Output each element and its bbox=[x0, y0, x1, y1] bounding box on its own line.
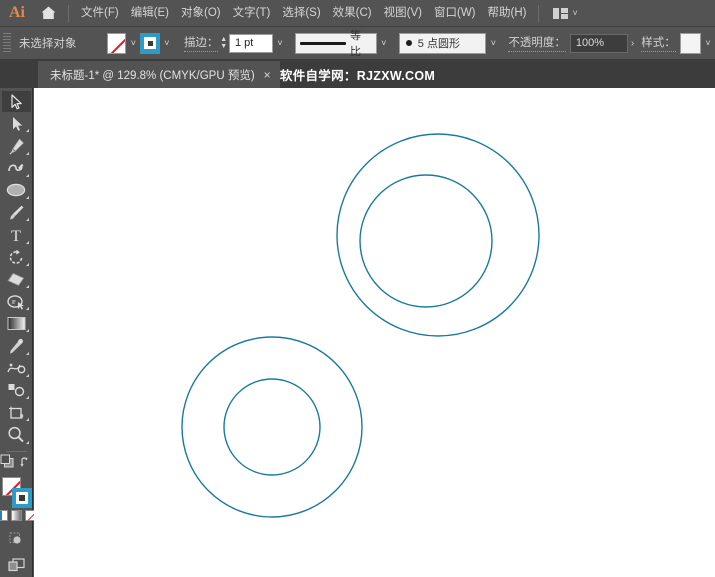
menu-bar: Ai 文件(F) 编辑(E) 对象(O) 文字(T) 选择(S) 效果(C) 视… bbox=[0, 0, 715, 27]
stroke-swatch[interactable] bbox=[140, 32, 160, 54]
menu-item-select[interactable]: 选择(S) bbox=[276, 2, 326, 24]
outer-circle-bottom[interactable] bbox=[181, 336, 363, 518]
canvas-artwork bbox=[181, 133, 540, 518]
opacity-input[interactable]: 100% bbox=[569, 33, 628, 53]
tool-group-indicator-icon bbox=[25, 173, 29, 177]
no-fill-slash-icon bbox=[108, 33, 126, 53]
menu-item-view[interactable]: 视图(V) bbox=[378, 2, 428, 24]
eyedropper-tool[interactable] bbox=[2, 335, 31, 356]
menu-divider-2 bbox=[538, 4, 540, 22]
stroke-weight-stepper[interactable]: ▲ ▼ bbox=[218, 33, 229, 53]
graphic-style-swatch[interactable] bbox=[679, 32, 701, 54]
default-fill-stroke-icon[interactable] bbox=[0, 454, 14, 473]
tool-group-indicator-icon bbox=[25, 329, 29, 333]
illustrator-window: Ai 文件(F) 编辑(E) 对象(O) 文字(T) 选择(S) 效果(C) 视… bbox=[0, 0, 715, 577]
menu-item-help[interactable]: 帮助(H) bbox=[482, 2, 533, 24]
opacity-options-arrow[interactable]: › bbox=[628, 38, 637, 49]
inner-circle-bottom[interactable] bbox=[223, 378, 321, 476]
tool-group-indicator-icon bbox=[25, 396, 29, 400]
tool-group-indicator-icon bbox=[25, 351, 29, 355]
menu-item-window[interactable]: 窗口(W) bbox=[428, 2, 482, 24]
stroke-weight-input[interactable]: 1 pt bbox=[228, 33, 273, 53]
curvature-tool[interactable] bbox=[2, 158, 31, 179]
color-mode-row bbox=[0, 509, 36, 521]
arrange-documents-icon bbox=[553, 7, 569, 19]
menu-item-effect[interactable]: 效果(C) bbox=[327, 2, 378, 24]
selection-tool[interactable] bbox=[1, 91, 31, 113]
control-bar: 未选择对象 ˅ ˅ 描边： ▲ ▼ 1 pt ˅ 等比 ˅ 5 点圆形 ˅ 不透明… bbox=[0, 27, 715, 60]
tool-group-indicator-icon bbox=[25, 373, 29, 377]
tool-group-indicator-icon bbox=[25, 418, 29, 422]
stroke-swatch-inner bbox=[144, 37, 157, 49]
tools-divider bbox=[5, 450, 27, 452]
chevron-down-icon: ˅ bbox=[572, 7, 578, 18]
svg-text:T: T bbox=[11, 228, 21, 243]
drawing-mode-icon[interactable] bbox=[2, 529, 31, 550]
gradient-tool[interactable] bbox=[2, 313, 31, 334]
document-tab-title: 未标题-1* @ 129.8% (CMYK/GPU 预览) bbox=[50, 69, 255, 82]
style-label: 样式： bbox=[641, 34, 676, 52]
menu-divider bbox=[68, 4, 69, 22]
fill-swatch[interactable] bbox=[106, 32, 127, 54]
gradient-mode-icon[interactable] bbox=[10, 509, 22, 521]
brush-dropdown-arrow[interactable]: ˅ bbox=[486, 33, 500, 54]
tools-panel: T bbox=[0, 88, 36, 577]
pen-tool[interactable] bbox=[2, 135, 31, 156]
rotate-tool[interactable] bbox=[2, 247, 31, 268]
menu-item-file[interactable]: 文件(F) bbox=[75, 2, 125, 24]
stroke-dropdown-arrow[interactable]: ˅ bbox=[160, 33, 174, 54]
fill-dropdown-arrow[interactable]: ˅ bbox=[126, 33, 140, 54]
type-tool[interactable]: T bbox=[2, 224, 31, 245]
stroke-profile-dropdown-arrow[interactable]: ˅ bbox=[377, 33, 391, 54]
paintbrush-tool[interactable] bbox=[2, 202, 31, 223]
tool-group-indicator-icon bbox=[25, 240, 29, 244]
stroke-weight-dropdown-arrow[interactable]: ˅ bbox=[273, 33, 287, 54]
fill-and-stroke-control[interactable] bbox=[1, 477, 32, 509]
symbol-sprayer-tool[interactable] bbox=[2, 380, 31, 401]
document-tab-bar: 软件自学网：RJZXW.COM 未标题-1* @ 129.8% (CMYK/GP… bbox=[0, 60, 715, 88]
tool-group-indicator-icon bbox=[25, 440, 29, 444]
shaper-tool[interactable] bbox=[2, 291, 31, 312]
round-brush-icon bbox=[405, 40, 412, 46]
color-mode-icon[interactable] bbox=[0, 509, 8, 521]
artboard-tool[interactable] bbox=[2, 402, 31, 423]
menu-item-edit[interactable]: 编辑(E) bbox=[125, 2, 175, 24]
direct-selection-tool[interactable] bbox=[2, 113, 31, 134]
selection-status-label: 未选择对象 bbox=[18, 38, 77, 50]
tool-group-indicator-icon bbox=[25, 218, 29, 222]
inner-circle-top[interactable] bbox=[359, 174, 493, 308]
tool-group-indicator-icon bbox=[25, 284, 29, 288]
opacity-label: 不透明度： bbox=[508, 34, 566, 52]
eraser-tool[interactable] bbox=[2, 269, 31, 290]
stroke-weight-label: 描边： bbox=[183, 34, 219, 52]
stroke-profile-label: 等比 bbox=[349, 30, 361, 58]
brush-definition-label: 5 点圆形 bbox=[417, 38, 460, 50]
stroke-color-swatch[interactable] bbox=[11, 488, 32, 509]
swap-fill-stroke-icon[interactable] bbox=[20, 455, 32, 473]
zoom-tool[interactable] bbox=[2, 424, 31, 445]
uniform-profile-icon bbox=[299, 41, 346, 45]
brush-definition-select[interactable]: 5 点圆形 bbox=[398, 32, 487, 54]
close-icon[interactable]: × bbox=[264, 69, 271, 81]
tool-group-indicator-icon bbox=[25, 262, 29, 266]
stroke-profile-select[interactable]: 等比 bbox=[294, 30, 377, 58]
tool-group-indicator-icon bbox=[25, 307, 29, 311]
tool-group-indicator-icon bbox=[25, 151, 29, 155]
artboard-canvas[interactable] bbox=[34, 88, 715, 577]
screen-mode-icon[interactable] bbox=[2, 555, 31, 576]
style-dropdown-arrow[interactable]: ˅ bbox=[701, 33, 715, 54]
menu-item-type[interactable]: 文字(T) bbox=[227, 2, 277, 24]
menu-item-object[interactable]: 对象(O) bbox=[175, 2, 227, 24]
blend-tool[interactable] bbox=[2, 358, 31, 379]
arrange-documents-button[interactable]: ˅ bbox=[549, 6, 581, 21]
app-logo: Ai bbox=[9, 4, 25, 21]
tool-group-indicator-icon bbox=[25, 129, 29, 133]
document-tab[interactable]: 未标题-1* @ 129.8% (CMYK/GPU 预览) × bbox=[38, 61, 280, 88]
home-icon[interactable] bbox=[34, 0, 62, 27]
ellipse-tool[interactable] bbox=[2, 180, 31, 201]
tool-group-indicator-icon bbox=[25, 196, 29, 200]
control-bar-grip[interactable] bbox=[3, 33, 11, 53]
